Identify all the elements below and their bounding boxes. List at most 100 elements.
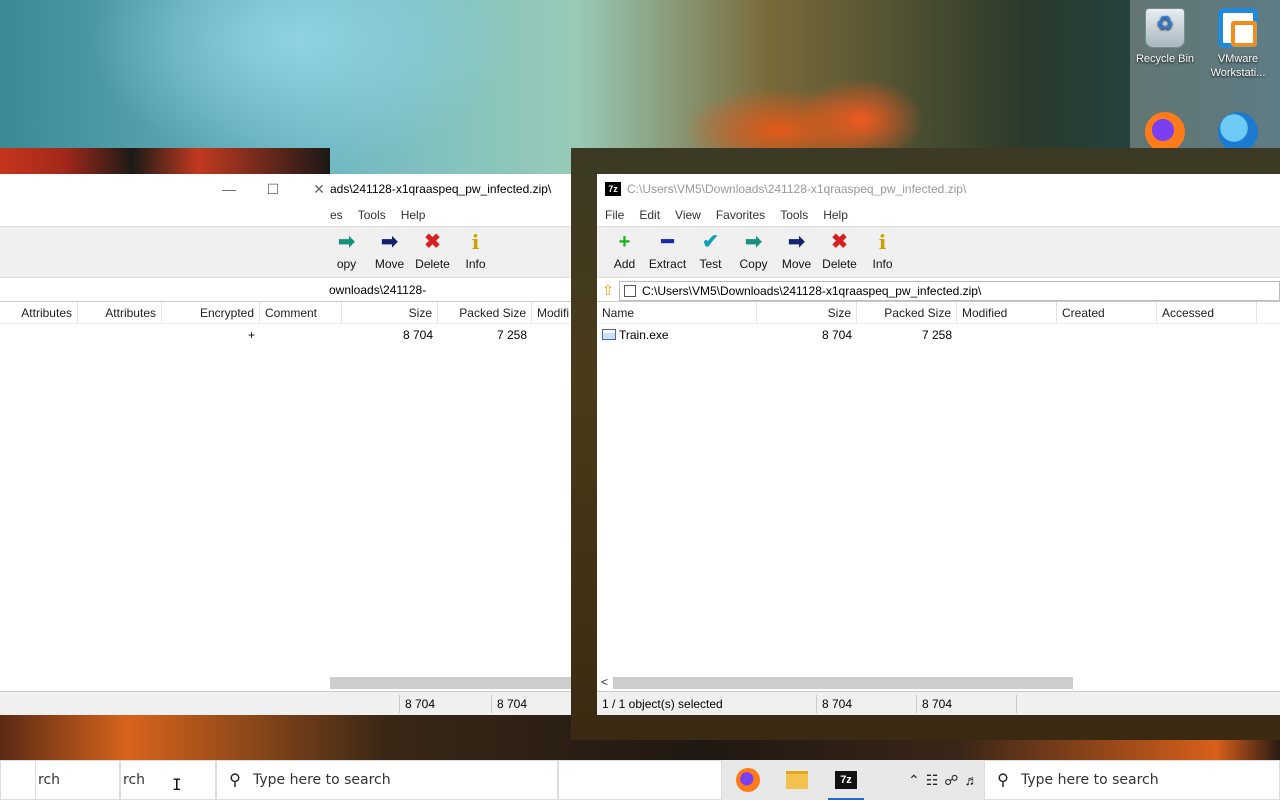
menu-view[interactable]: View xyxy=(675,208,701,222)
column-created[interactable]: Created xyxy=(1057,302,1157,323)
menu-tools[interactable]: Tools xyxy=(780,208,808,222)
copy-button[interactable]: ➡ opy xyxy=(325,231,368,271)
7zip-icon: 7z xyxy=(835,771,857,789)
copy-icon: ➡ xyxy=(338,231,355,253)
menu-file[interactable]: File xyxy=(605,208,624,222)
taskbar-file-explorer[interactable] xyxy=(773,760,821,800)
info-icon: i xyxy=(471,230,480,254)
volume-icon[interactable]: ♬ xyxy=(964,772,978,788)
desktop-icon-recycle-bin[interactable]: Recycle Bin xyxy=(1130,8,1200,66)
search-placeholder: Type here to search xyxy=(1021,772,1159,788)
column-packed-size[interactable]: Packed Size xyxy=(438,302,532,323)
maximize-button[interactable]: ☐ xyxy=(258,176,288,202)
delete-label: Delete xyxy=(822,257,857,271)
network-icon[interactable]: ☷ xyxy=(926,772,939,789)
taskbar-7zip[interactable]: 7z xyxy=(822,760,870,800)
extract-icon: ━ xyxy=(661,231,674,253)
test-button[interactable]: ✔ Test xyxy=(689,231,732,271)
address-path[interactable]: ownloads\241128-x1qraaspeq_pw_infected.z… xyxy=(325,281,572,315)
column-packed-size[interactable]: Packed Size xyxy=(857,302,957,323)
cell-packed-size: 7 258 xyxy=(921,328,952,342)
search-text-fragment: rch xyxy=(38,772,61,788)
test-icon: ✔ xyxy=(702,231,719,253)
taskbar-firefox[interactable] xyxy=(724,760,772,800)
minimize-button[interactable]: — xyxy=(214,176,244,202)
system-tray: ⌃ ☷ ☍ ♬ xyxy=(908,760,984,800)
column-attributes[interactable]: Attributes xyxy=(78,302,162,323)
window-title: ads\241128-x1qraaspeq_pw_infected.zip\ xyxy=(330,182,552,196)
status-packed: 8 704 xyxy=(917,694,1017,713)
internet-explorer-icon xyxy=(1218,112,1258,152)
scrollbar-thumb[interactable] xyxy=(613,677,1073,689)
delete-button[interactable]: ✖ Delete xyxy=(411,231,454,271)
table-row[interactable]: Train.exe 8 704 7 258 xyxy=(597,324,1280,346)
add-icon: + xyxy=(618,231,631,253)
column-attributes[interactable]: Attributes xyxy=(0,302,78,323)
column-name[interactable]: Name xyxy=(597,302,757,323)
column-size[interactable]: Size xyxy=(342,302,438,323)
horizontal-scrollbar[interactable]: < xyxy=(597,674,1280,691)
status-size: 8 704 xyxy=(400,694,492,713)
recycle-bin-icon xyxy=(1145,8,1185,48)
column-modified[interactable]: Modifi xyxy=(532,302,572,323)
search-icon: ⚲ xyxy=(229,772,241,789)
status-packed: 8 704 xyxy=(492,694,572,713)
file-name: Train.exe xyxy=(619,328,669,342)
chevron-up-icon[interactable]: ⌃ xyxy=(908,772,920,789)
add-label: Add xyxy=(613,257,636,271)
file-explorer-icon xyxy=(786,771,808,789)
notification-icon[interactable]: ☍ xyxy=(944,772,958,789)
info-button[interactable]: i Info xyxy=(454,231,497,271)
search-box-fragment[interactable]: rch xyxy=(36,760,120,800)
menu-tools[interactable]: Tools xyxy=(358,208,386,222)
scrollbar-thumb[interactable] xyxy=(330,677,572,689)
move-label: Move xyxy=(374,257,405,271)
move-button[interactable]: ➡ Move xyxy=(368,231,411,271)
cell-modified xyxy=(957,324,1057,346)
info-label: Info xyxy=(465,257,486,271)
cell-accessed xyxy=(1157,324,1257,346)
close-button[interactable]: ✕ xyxy=(304,176,334,202)
search-box-fragment[interactable]: rch xyxy=(120,760,216,800)
table-row[interactable]: + 8 704 7 258 xyxy=(0,324,572,346)
copy-label: Copy xyxy=(739,257,768,271)
delete-button[interactable]: ✖ Delete xyxy=(818,231,861,271)
extract-button[interactable]: ━ Extract xyxy=(646,231,689,271)
add-button[interactable]: + Add xyxy=(603,231,646,271)
info-button[interactable]: i Info xyxy=(861,231,904,271)
scroll-left-icon[interactable]: < xyxy=(601,674,608,691)
title-bar[interactable]: 7z C:\Users\VM5\Downloads\241128-x1qraas… xyxy=(597,174,1280,204)
file-list[interactable]: Name Size Packed Size Modified Created A… xyxy=(597,302,1280,669)
move-icon: ➡ xyxy=(788,231,805,253)
delete-icon: ✖ xyxy=(831,231,848,253)
column-size[interactable]: Size xyxy=(757,302,857,323)
search-box-fragment[interactable] xyxy=(0,760,36,800)
search-box-fragment[interactable] xyxy=(558,760,722,800)
search-box[interactable]: ⚲ Type here to search xyxy=(984,760,1280,800)
column-encrypted[interactable]: Encrypted xyxy=(162,302,260,323)
menu-edit[interactable]: Edit xyxy=(639,208,660,222)
firefox-icon xyxy=(736,768,760,792)
status-selection: 1 / 1 object(s) selected xyxy=(597,694,817,713)
copy-label: opy xyxy=(336,257,357,271)
address-text: C:\Users\VM5\Downloads\241128-x1qraaspeq… xyxy=(642,283,982,298)
firefox-icon xyxy=(1145,112,1185,152)
horizontal-scrollbar[interactable] xyxy=(0,674,572,691)
right-7zip-window: 7z C:\Users\VM5\Downloads\241128-x1qraas… xyxy=(597,174,1280,715)
file-list[interactable]: Attributes Attributes Encrypted Comment … xyxy=(0,302,572,669)
copy-button[interactable]: ➡ Copy xyxy=(732,231,775,271)
folder-up-icon[interactable]: ⇧ xyxy=(597,282,619,299)
menu-favorites[interactable]: Favorites xyxy=(716,208,765,222)
menu-help[interactable]: Help xyxy=(823,208,848,222)
column-accessed[interactable]: Accessed xyxy=(1157,302,1257,323)
column-modified[interactable]: Modified xyxy=(957,302,1057,323)
search-box[interactable]: ⚲ Type here to search xyxy=(216,760,558,800)
address-path[interactable]: C:\Users\VM5\Downloads\241128-x1qraaspeq… xyxy=(619,280,1280,301)
address-bar: ownloads\241128-x1qraaspeq_pw_infected.z… xyxy=(0,280,572,315)
move-button[interactable]: ➡ Move xyxy=(775,231,818,271)
column-comment[interactable]: Comment xyxy=(260,302,342,323)
menu-help[interactable]: Help xyxy=(401,208,426,222)
desktop-icon-vmware[interactable]: VMware Workstati... xyxy=(1203,8,1273,80)
cell-encrypted: + xyxy=(247,328,255,342)
menu-item[interactable]: es xyxy=(330,208,343,222)
